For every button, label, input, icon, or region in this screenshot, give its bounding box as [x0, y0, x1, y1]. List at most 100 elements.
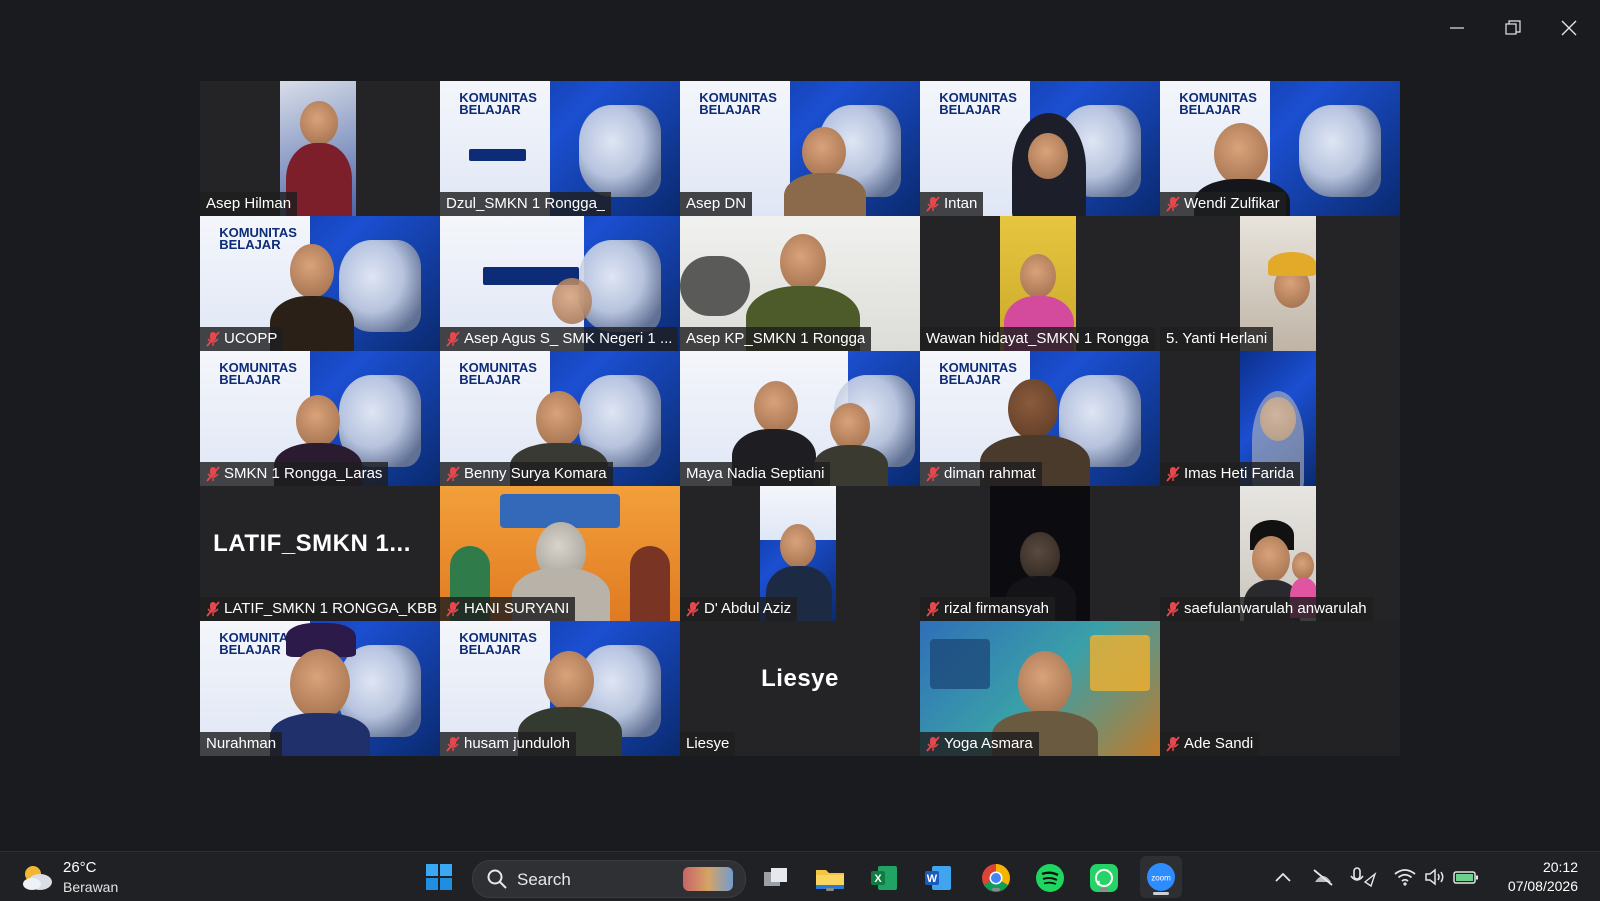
- word-icon: W: [925, 866, 951, 890]
- muted-microphone-icon: [1166, 196, 1180, 212]
- participant-tile[interactable]: KOMUNITAS BELAJAR Nurahman: [200, 621, 440, 756]
- participant-name-tag: 5. Yanti Herlani: [1160, 327, 1274, 351]
- participant-tile[interactable]: Wawan hidayat_SMKN 1 Rongga: [920, 216, 1160, 351]
- participant-name-tag: Nurahman: [200, 732, 283, 756]
- participant-tile[interactable]: KOMUNITAS BELAJAR Intan: [920, 81, 1160, 216]
- participant-tile[interactable]: KOMUNITAS BELAJAR Asep DN: [680, 81, 920, 216]
- participant-name: Asep KP_SMKN 1 Rongga: [686, 330, 866, 347]
- excel-icon: X: [871, 866, 897, 890]
- muted-microphone-icon: [926, 466, 940, 482]
- task-view-button[interactable]: [760, 862, 792, 894]
- participant-tile[interactable]: saefulanwarulah anwarulah: [1160, 486, 1400, 621]
- participant-tile[interactable]: Asep Agus S_ SMK Negeri 1 ...: [440, 216, 680, 351]
- participant-display-name: LATIF_SMKN 1...: [213, 530, 411, 557]
- participant-tile[interactable]: KOMUNITAS BELAJAR Dzul_SMKN 1 Rongga_: [440, 81, 680, 216]
- chevron-up-icon: [1275, 872, 1291, 882]
- participant-tile[interactable]: KOMUNITAS BELAJAR Benny Surya Komara: [440, 351, 680, 486]
- participant-name: 5. Yanti Herlani: [1166, 330, 1268, 347]
- participant-name: Asep Agus S_ SMK Negeri 1 ...: [464, 330, 673, 347]
- participant-name-tag: Asep Hilman: [200, 192, 298, 216]
- zoom-icon: zoom: [1147, 863, 1175, 891]
- participant-name-tag: Imas Heti Farida: [1160, 462, 1301, 486]
- word-button[interactable]: W: [922, 862, 954, 894]
- close-icon: [1561, 20, 1577, 36]
- participant-name: Liesye: [686, 735, 730, 752]
- search-placeholder: Search: [517, 870, 571, 889]
- muted-microphone-icon: [446, 601, 460, 617]
- participant-name-tag: Maya Nadia Septiani: [680, 462, 831, 486]
- participant-tile[interactable]: D' Abdul Aziz: [680, 486, 920, 621]
- participant-tile[interactable]: Maya Nadia Septiani: [680, 351, 920, 486]
- microphone-icon: [1350, 867, 1377, 888]
- muted-microphone-icon: [206, 601, 220, 617]
- participant-name: rizal firmansyah: [944, 600, 1050, 617]
- participant-name-tag: HANI SURYANI: [440, 597, 576, 621]
- participant-name-tag: rizal firmansyah: [920, 597, 1056, 621]
- participant-name: husam junduloh: [464, 735, 570, 752]
- participant-tile[interactable]: LATIF_SMKN 1... LATIF_SMKN 1 RONGGA_KBB: [200, 486, 440, 621]
- participant-name: UCOPP: [224, 330, 278, 347]
- participant-name-tag: LATIF_SMKN 1 RONGGA_KBB: [200, 597, 440, 621]
- muted-microphone-icon: [446, 736, 460, 752]
- zoom-button[interactable]: zoom: [1140, 856, 1182, 898]
- participant-name-tag: Asep DN: [680, 192, 753, 216]
- participant-name: LATIF_SMKN 1 RONGGA_KBB: [224, 600, 438, 617]
- chrome-button[interactable]: [980, 862, 1012, 894]
- muted-microphone-icon: [686, 601, 700, 617]
- muted-microphone-icon: [1166, 736, 1180, 752]
- participant-name-tag: Benny Surya Komara: [440, 462, 613, 486]
- excel-button[interactable]: X: [868, 862, 900, 894]
- participant-tile[interactable]: KOMUNITAS BELAJAR SMKN 1 Rongga_Laras: [200, 351, 440, 486]
- participant-tile[interactable]: Yoga Asmara: [920, 621, 1160, 756]
- participant-tile[interactable]: Liesye Liesye: [680, 621, 920, 756]
- weather-widget[interactable]: [20, 860, 54, 894]
- participant-name: SMKN 1 Rongga_Laras: [224, 465, 383, 482]
- participant-tile[interactable]: rizal firmansyah: [920, 486, 1160, 621]
- wifi-button[interactable]: [1392, 864, 1418, 890]
- muted-microphone-icon: [1166, 466, 1180, 482]
- participant-name: Intan: [944, 195, 978, 212]
- taskbar-search[interactable]: Search: [472, 860, 746, 898]
- muted-microphone-icon: [446, 466, 460, 482]
- start-button[interactable]: [422, 860, 456, 894]
- minimize-button[interactable]: [1434, 10, 1480, 46]
- participant-display-name: Liesye: [761, 665, 839, 692]
- volume-button[interactable]: [1422, 864, 1448, 890]
- restore-button[interactable]: [1490, 10, 1536, 46]
- muted-microphone-icon: [926, 196, 940, 212]
- participant-tile[interactable]: Asep KP_SMKN 1 Rongga: [680, 216, 920, 351]
- participant-tile[interactable]: Ade Sandi: [1160, 621, 1400, 756]
- participant-name: Wawan hidayat_SMKN 1 Rongga: [926, 330, 1149, 347]
- svg-text:zoom: zoom: [1151, 874, 1171, 883]
- participant-tile[interactable]: KOMUNITAS BELAJAR UCOPP: [200, 216, 440, 351]
- participant-name-tag: Asep Agus S_ SMK Negeri 1 ...: [440, 327, 679, 351]
- microphone-status-button[interactable]: [1348, 864, 1378, 890]
- participant-name-tag: Dzul_SMKN 1 Rongga_: [440, 192, 612, 216]
- muted-microphone-icon: [446, 331, 460, 347]
- weather-description: Berawan: [63, 879, 119, 895]
- participant-name: Yoga Asmara: [944, 735, 1033, 752]
- battery-button[interactable]: [1452, 864, 1480, 890]
- participant-name-tag: Asep KP_SMKN 1 Rongga: [680, 327, 872, 351]
- clock-time: 20:12: [1542, 859, 1578, 875]
- window-titlebar: [0, 0, 1600, 56]
- participant-tile[interactable]: 5. Yanti Herlani: [1160, 216, 1400, 351]
- whatsapp-button[interactable]: [1088, 862, 1120, 894]
- participant-name-tag: Wawan hidayat_SMKN 1 Rongga: [920, 327, 1155, 351]
- muted-microphone-icon: [926, 736, 940, 752]
- search-icon: [487, 869, 507, 889]
- participant-tile[interactable]: KOMUNITAS BELAJAR diman rahmat: [920, 351, 1160, 486]
- participant-name-tag: saefulanwarulah anwarulah: [1160, 597, 1373, 621]
- show-hidden-icons-button[interactable]: [1272, 866, 1294, 888]
- network-status-button[interactable]: [1310, 864, 1336, 890]
- participant-tile[interactable]: KOMUNITAS BELAJAR husam junduloh: [440, 621, 680, 756]
- spotify-button[interactable]: [1034, 862, 1066, 894]
- participant-tile[interactable]: Asep Hilman: [200, 81, 440, 216]
- file-explorer-button[interactable]: [814, 862, 846, 894]
- close-button[interactable]: [1546, 10, 1592, 46]
- participant-name-tag: UCOPP: [200, 327, 284, 351]
- participant-tile[interactable]: Imas Heti Farida: [1160, 351, 1400, 486]
- participant-tile[interactable]: KOMUNITAS BELAJAR Wendi Zulfikar: [1160, 81, 1400, 216]
- participant-tile[interactable]: HANI SURYANI: [440, 486, 680, 621]
- taskbar-clock[interactable]: 20:12 07/08/2026: [1508, 858, 1578, 896]
